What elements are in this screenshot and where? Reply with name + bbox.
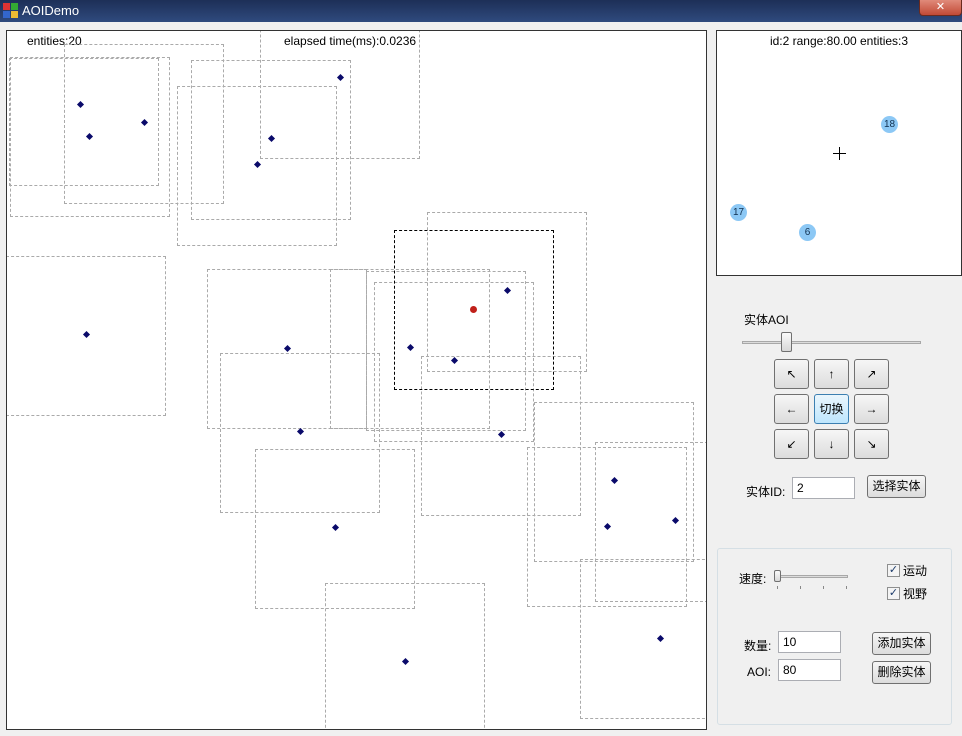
world-view[interactable]: entities:20 elapsed time(ms):0.0236 xyxy=(6,30,707,730)
view-checkbox-label: 视野 xyxy=(903,587,928,601)
move-checkbox-label: 运动 xyxy=(903,564,928,578)
move-up-right-button[interactable]: ↗ xyxy=(854,359,889,389)
window-title: AOIDemo xyxy=(22,3,80,18)
speed-label: 速度: xyxy=(739,572,767,586)
neighbor-entity: 17 xyxy=(730,204,747,221)
add-entity-button[interactable]: 添加实体 xyxy=(872,632,931,655)
count-input[interactable] xyxy=(778,631,841,653)
move-up-left-button[interactable]: ↖ xyxy=(774,359,809,389)
entity-id-input[interactable] xyxy=(792,477,855,499)
aoi-input[interactable] xyxy=(778,659,841,681)
crosshair-icon xyxy=(833,147,846,160)
move-down-button[interactable]: ↓ xyxy=(814,429,849,459)
checkbox-checked-icon[interactable]: ✓ xyxy=(887,587,900,600)
entity-aoi-label: 实体AOI xyxy=(744,313,789,327)
delete-entity-button[interactable]: 删除实体 xyxy=(872,661,931,684)
view-checkbox[interactable]: ✓ 视野 xyxy=(887,585,927,602)
select-entity-button[interactable]: 选择实体 xyxy=(867,475,926,498)
move-left-button[interactable]: ← xyxy=(774,394,809,424)
toggle-button[interactable]: 切换 xyxy=(814,394,849,424)
entity-id-label: 实体ID: xyxy=(746,485,786,499)
close-button[interactable]: ✕ xyxy=(919,0,962,16)
selected-entity-marker[interactable] xyxy=(470,306,477,313)
entity-aoi-slider-thumb[interactable] xyxy=(781,332,792,352)
count-label: 数量: xyxy=(744,639,772,653)
aoi-range xyxy=(580,559,706,719)
move-down-right-button[interactable]: ↘ xyxy=(854,429,889,459)
move-right-button[interactable]: → xyxy=(854,394,889,424)
app-icon xyxy=(3,3,19,19)
neighbor-entity: 6 xyxy=(799,224,816,241)
move-checkbox[interactable]: ✓ 运动 xyxy=(887,562,927,579)
move-up-button[interactable]: ↑ xyxy=(814,359,849,389)
title-bar: AOIDemo ✕ xyxy=(0,0,962,22)
entity-view-info: id:2 range:80.00 entities:3 xyxy=(769,34,909,48)
neighbor-entity: 18 xyxy=(881,116,898,133)
close-icon: ✕ xyxy=(935,1,946,13)
entity-view-panel: id:2 range:80.00 entities:3 18 17 6 xyxy=(716,30,962,276)
aoi-range xyxy=(9,58,159,186)
speed-slider-thumb[interactable] xyxy=(774,570,781,582)
move-down-left-button[interactable]: ↙ xyxy=(774,429,809,459)
aoi-label: AOI: xyxy=(747,665,772,679)
checkbox-checked-icon[interactable]: ✓ xyxy=(887,564,900,577)
